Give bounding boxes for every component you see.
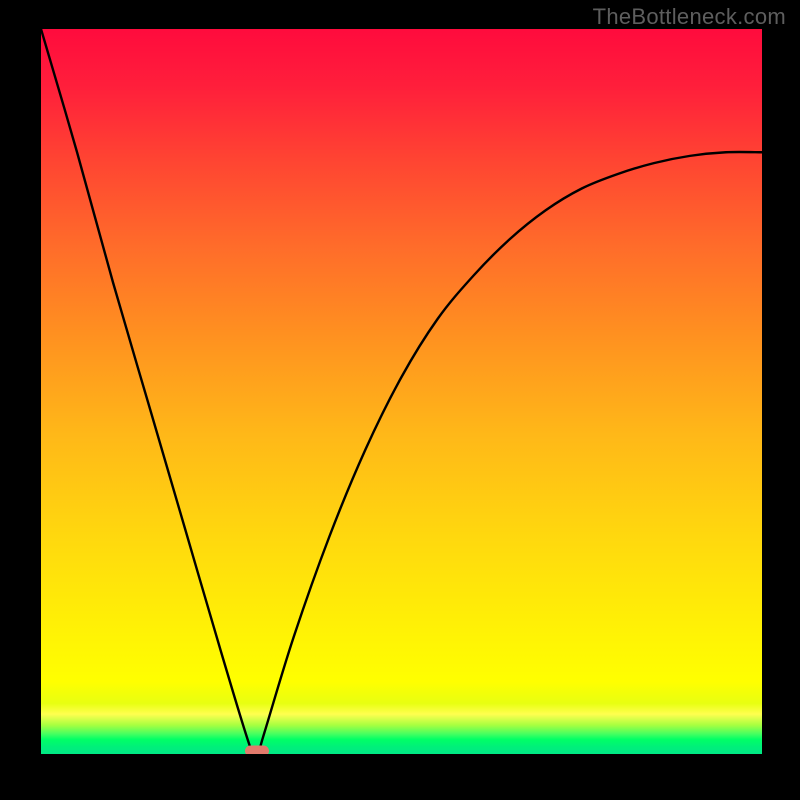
watermark-text: TheBottleneck.com (593, 4, 786, 30)
minimum-marker (245, 746, 269, 755)
bottleneck-curve (41, 29, 762, 754)
plot-area (41, 29, 762, 754)
chart-frame: TheBottleneck.com (0, 0, 800, 800)
